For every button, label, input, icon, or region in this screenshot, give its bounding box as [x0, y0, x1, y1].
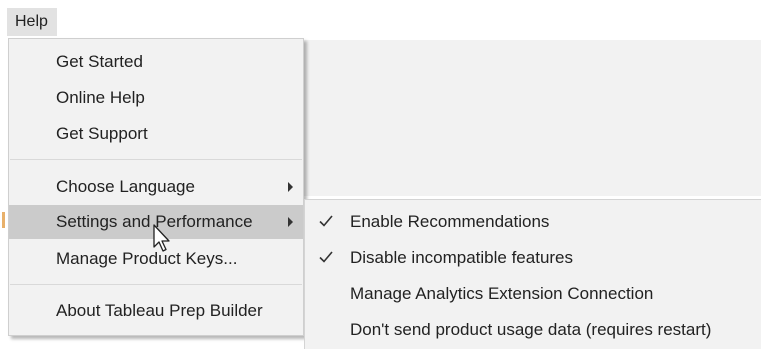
checkmark-icon — [319, 215, 333, 227]
menu-item-label: Get Started — [56, 52, 143, 71]
help-menu-button[interactable]: Help — [7, 8, 57, 36]
help-dropdown-menu: Get Started Online Help Get Support Choo… — [8, 38, 304, 336]
menu-separator — [10, 159, 302, 160]
left-edge-panel — [0, 40, 8, 340]
mouse-pointer-icon — [153, 224, 170, 252]
settings-submenu: Enable Recommendations Disable incompati… — [304, 199, 761, 349]
menu-item-label: Get Support — [56, 124, 148, 143]
menu-item-label: Online Help — [56, 88, 145, 107]
submenu-item-label: Disable incompatible features — [350, 248, 574, 267]
submenu-item-label: Enable Recommendations — [350, 212, 550, 231]
submenu-item-label: Manage Analytics Extension Connection — [350, 284, 654, 303]
submenu-item-dont-send-usage-data[interactable]: Don't send product usage data (requires … — [305, 312, 761, 348]
menu-item-label: Choose Language — [56, 177, 195, 196]
menu-item-label: Manage Product Keys... — [56, 249, 238, 268]
submenu-item-enable-recommendations[interactable]: Enable Recommendations — [305, 204, 761, 240]
chevron-right-icon — [288, 182, 293, 192]
menu-item-about-tableau-prep-builder[interactable]: About Tableau Prep Builder — [9, 294, 303, 328]
menu-item-online-help[interactable]: Online Help — [9, 81, 303, 115]
menu-item-label: About Tableau Prep Builder — [56, 301, 263, 320]
submenu-item-disable-incompatible-features[interactable]: Disable incompatible features — [305, 240, 761, 276]
menu-bar: Help — [0, 0, 761, 37]
menu-item-get-started[interactable]: Get Started — [9, 45, 303, 79]
checkmark-icon — [319, 251, 333, 263]
menu-separator — [10, 284, 302, 285]
app-canvas-background — [300, 40, 761, 196]
chevron-right-icon — [288, 217, 293, 227]
left-edge-marker — [2, 212, 5, 228]
menu-item-choose-language[interactable]: Choose Language — [9, 170, 303, 204]
submenu-item-manage-analytics-extension-connection[interactable]: Manage Analytics Extension Connection — [305, 276, 761, 312]
submenu-item-label: Don't send product usage data (requires … — [350, 320, 712, 339]
menu-item-get-support[interactable]: Get Support — [9, 117, 303, 151]
